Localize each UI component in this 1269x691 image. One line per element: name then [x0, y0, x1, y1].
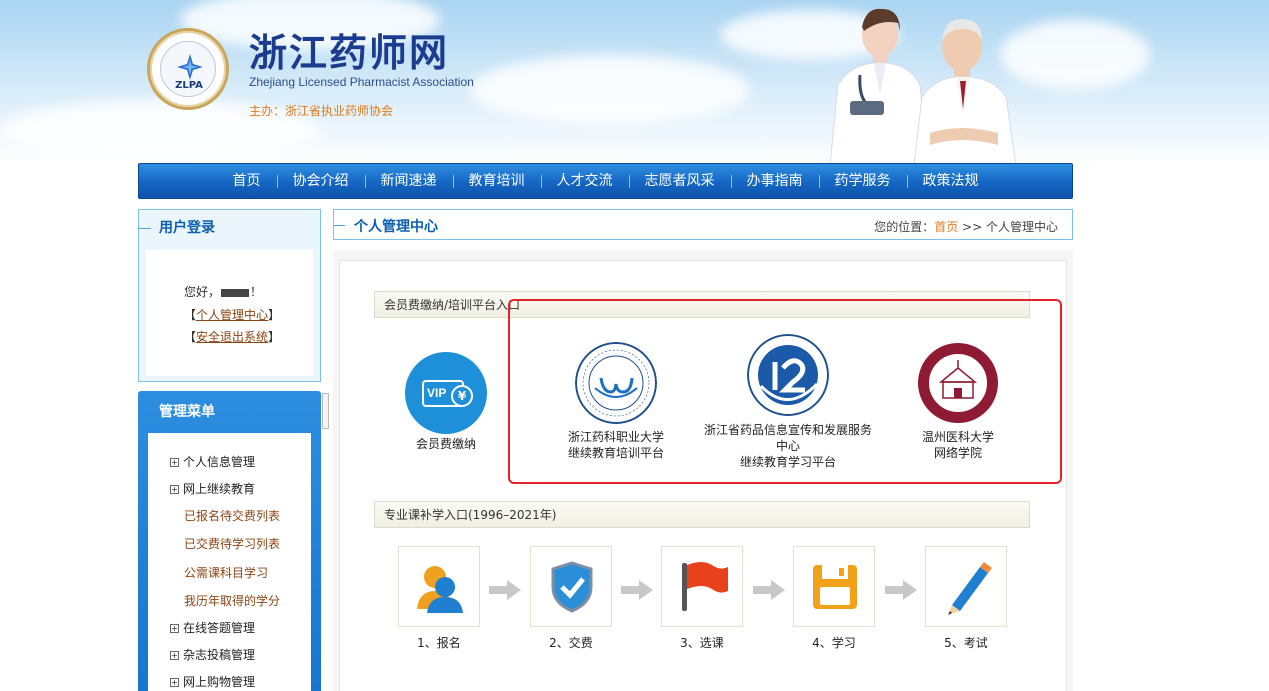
site-header: ZLPA 浙江药师网 Zhejiang Licensed Pharmacist …: [0, 0, 1269, 165]
menu-item-label: 网上继续教育: [183, 482, 256, 496]
menu-item-label: 在线答题管理: [183, 621, 256, 635]
nav-pharmacy-service[interactable]: 药学服务: [818, 163, 907, 199]
nav-talent[interactable]: 人才交流: [540, 163, 629, 199]
step-select-course[interactable]: 3、选课: [661, 546, 743, 651]
association-logo[interactable]: ZLPA: [147, 28, 229, 110]
step-box[interactable]: [925, 546, 1007, 627]
breadcrumb-home-link[interactable]: 首页: [934, 220, 958, 234]
step-label: 5、考试: [944, 636, 988, 650]
menu-heading: 管理菜单: [159, 404, 215, 420]
user-login-panel: 用户登录 您好， ！ 【个人管理中心】 【安全退出系统】: [138, 209, 321, 382]
nav-volunteers[interactable]: 志愿者风采: [628, 163, 731, 199]
step-exam[interactable]: 5、考试: [925, 546, 1007, 651]
greeting-suffix: ！: [250, 285, 263, 299]
breadcrumb-separator: >>: [962, 220, 983, 234]
expand-icon[interactable]: +: [170, 485, 179, 494]
menu-sub-public-courses[interactable]: 公需课科目学习: [184, 564, 268, 581]
nav-policy[interactable]: 政策法规: [906, 163, 995, 199]
step-box[interactable]: [661, 546, 743, 627]
doctors-illustration: [829, 8, 1017, 165]
menu-item-online-quiz[interactable]: + 在线答题管理: [170, 619, 255, 636]
step-label: 4、学习: [812, 636, 856, 650]
arrow-right-icon: [621, 580, 653, 600]
step-register[interactable]: 1、报名: [398, 546, 480, 651]
logout-link[interactable]: 【安全退出系统】: [184, 328, 280, 345]
nav-home[interactable]: 首页: [217, 163, 277, 199]
entry-label: 会员费缴纳: [415, 437, 476, 451]
star-icon: [177, 54, 203, 80]
personal-center-link[interactable]: 【个人管理中心】: [184, 306, 280, 323]
breadcrumb: 您的位置：首页 >> 个人管理中心: [874, 218, 1058, 235]
pencil-icon: [948, 562, 992, 615]
management-menu: 管理菜单 + 个人信息管理 + 网上继续教育 已报名待交费列表 已交费待学习列表 公…: [138, 391, 321, 691]
menu-item-label: 杂志投稿管理: [183, 648, 256, 662]
step-pay[interactable]: 2、交费: [530, 546, 612, 651]
personal-center-link-text[interactable]: 个人管理中心: [196, 308, 268, 322]
vip-card-icon[interactable]: VIP ¥: [405, 352, 487, 434]
membership-fee-entry[interactable]: VIP ¥ 会员费缴纳: [404, 352, 488, 452]
arrow-right-icon: [489, 580, 521, 600]
menu-item-label: 个人信息管理: [183, 455, 256, 469]
menu-sub-pending-payment[interactable]: 已报名待交费列表: [184, 507, 280, 524]
expand-icon[interactable]: +: [170, 624, 179, 633]
redacted-username: [221, 288, 250, 297]
menu-sub-paid-pending-study[interactable]: 已交费待学习列表: [184, 535, 280, 552]
nav-news[interactable]: 新闻速递: [364, 163, 453, 199]
arrow-right-icon: [753, 580, 785, 600]
floppy-disk-icon: [813, 565, 857, 609]
step-label: 3、选课: [680, 636, 724, 650]
nav-guide[interactable]: 办事指南: [730, 163, 819, 199]
step-label: 1、报名: [417, 636, 461, 650]
arrow-right-icon: [885, 580, 917, 600]
menu-sub-my-credits[interactable]: 我历年取得的学分: [184, 592, 280, 609]
logo-inner: ZLPA: [160, 41, 216, 97]
sidebar-scroll-handle[interactable]: [322, 393, 329, 429]
login-heading: 用户登录: [139, 210, 320, 246]
highlight-annotation-box: [508, 299, 1062, 484]
menu-list: + 个人信息管理 + 网上继续教育 已报名待交费列表 已交费待学习列表 公需课科目学…: [148, 433, 311, 691]
logo-abbreviation: ZLPA: [175, 80, 203, 91]
menu-item-online-shopping[interactable]: + 网上购物管理: [170, 673, 255, 690]
menu-item-online-education[interactable]: + 网上继续教育: [170, 480, 255, 497]
expand-icon[interactable]: +: [170, 458, 179, 467]
site-subtitle: Zhejiang Licensed Pharmacist Association: [249, 75, 474, 89]
breadcrumb-prefix: 您的位置：: [874, 220, 935, 234]
nav-education[interactable]: 教育培训: [452, 163, 541, 199]
user-icon: [417, 566, 463, 613]
greeting: 您好， ！: [184, 283, 262, 300]
login-content: 您好， ！ 【个人管理中心】 【安全退出系统】: [146, 250, 313, 376]
step-box[interactable]: [530, 546, 612, 627]
greeting-prefix: 您好，: [184, 285, 221, 299]
shield-check-icon: [551, 561, 593, 613]
step-label: 2、交费: [549, 636, 593, 650]
nav-about[interactable]: 协会介绍: [276, 163, 365, 199]
yen-icon: ¥: [451, 385, 473, 407]
step-study[interactable]: 4、学习: [793, 546, 875, 651]
course-section-heading: 专业课补学入口(1996–2021年): [374, 501, 1030, 528]
host-label: 主办：浙江省执业药师协会: [249, 104, 394, 118]
cloud-decoration: [470, 55, 750, 125]
menu-item-journal-submission[interactable]: + 杂志投稿管理: [170, 646, 255, 663]
step-box[interactable]: [398, 546, 480, 627]
breadcrumb-bar: 个人管理中心 您的位置：首页 >> 个人管理中心: [333, 209, 1073, 240]
menu-item-label: 网上购物管理: [183, 675, 256, 689]
page-title: 个人管理中心: [354, 219, 438, 235]
logout-link-text[interactable]: 安全退出系统: [196, 330, 268, 344]
expand-icon[interactable]: +: [170, 651, 179, 660]
step-box[interactable]: [793, 546, 875, 627]
breadcrumb-current: 个人管理中心: [985, 220, 1058, 234]
site-title[interactable]: 浙江药师网: [249, 22, 449, 77]
expand-icon[interactable]: +: [170, 678, 179, 687]
menu-item-personal-info[interactable]: + 个人信息管理: [170, 453, 255, 470]
main-nav: 首页 协会介绍 新闻速递 教育培训 人才交流 志愿者风采 办事指南 药学服务 政…: [138, 163, 1073, 199]
flag-icon: [682, 562, 728, 611]
